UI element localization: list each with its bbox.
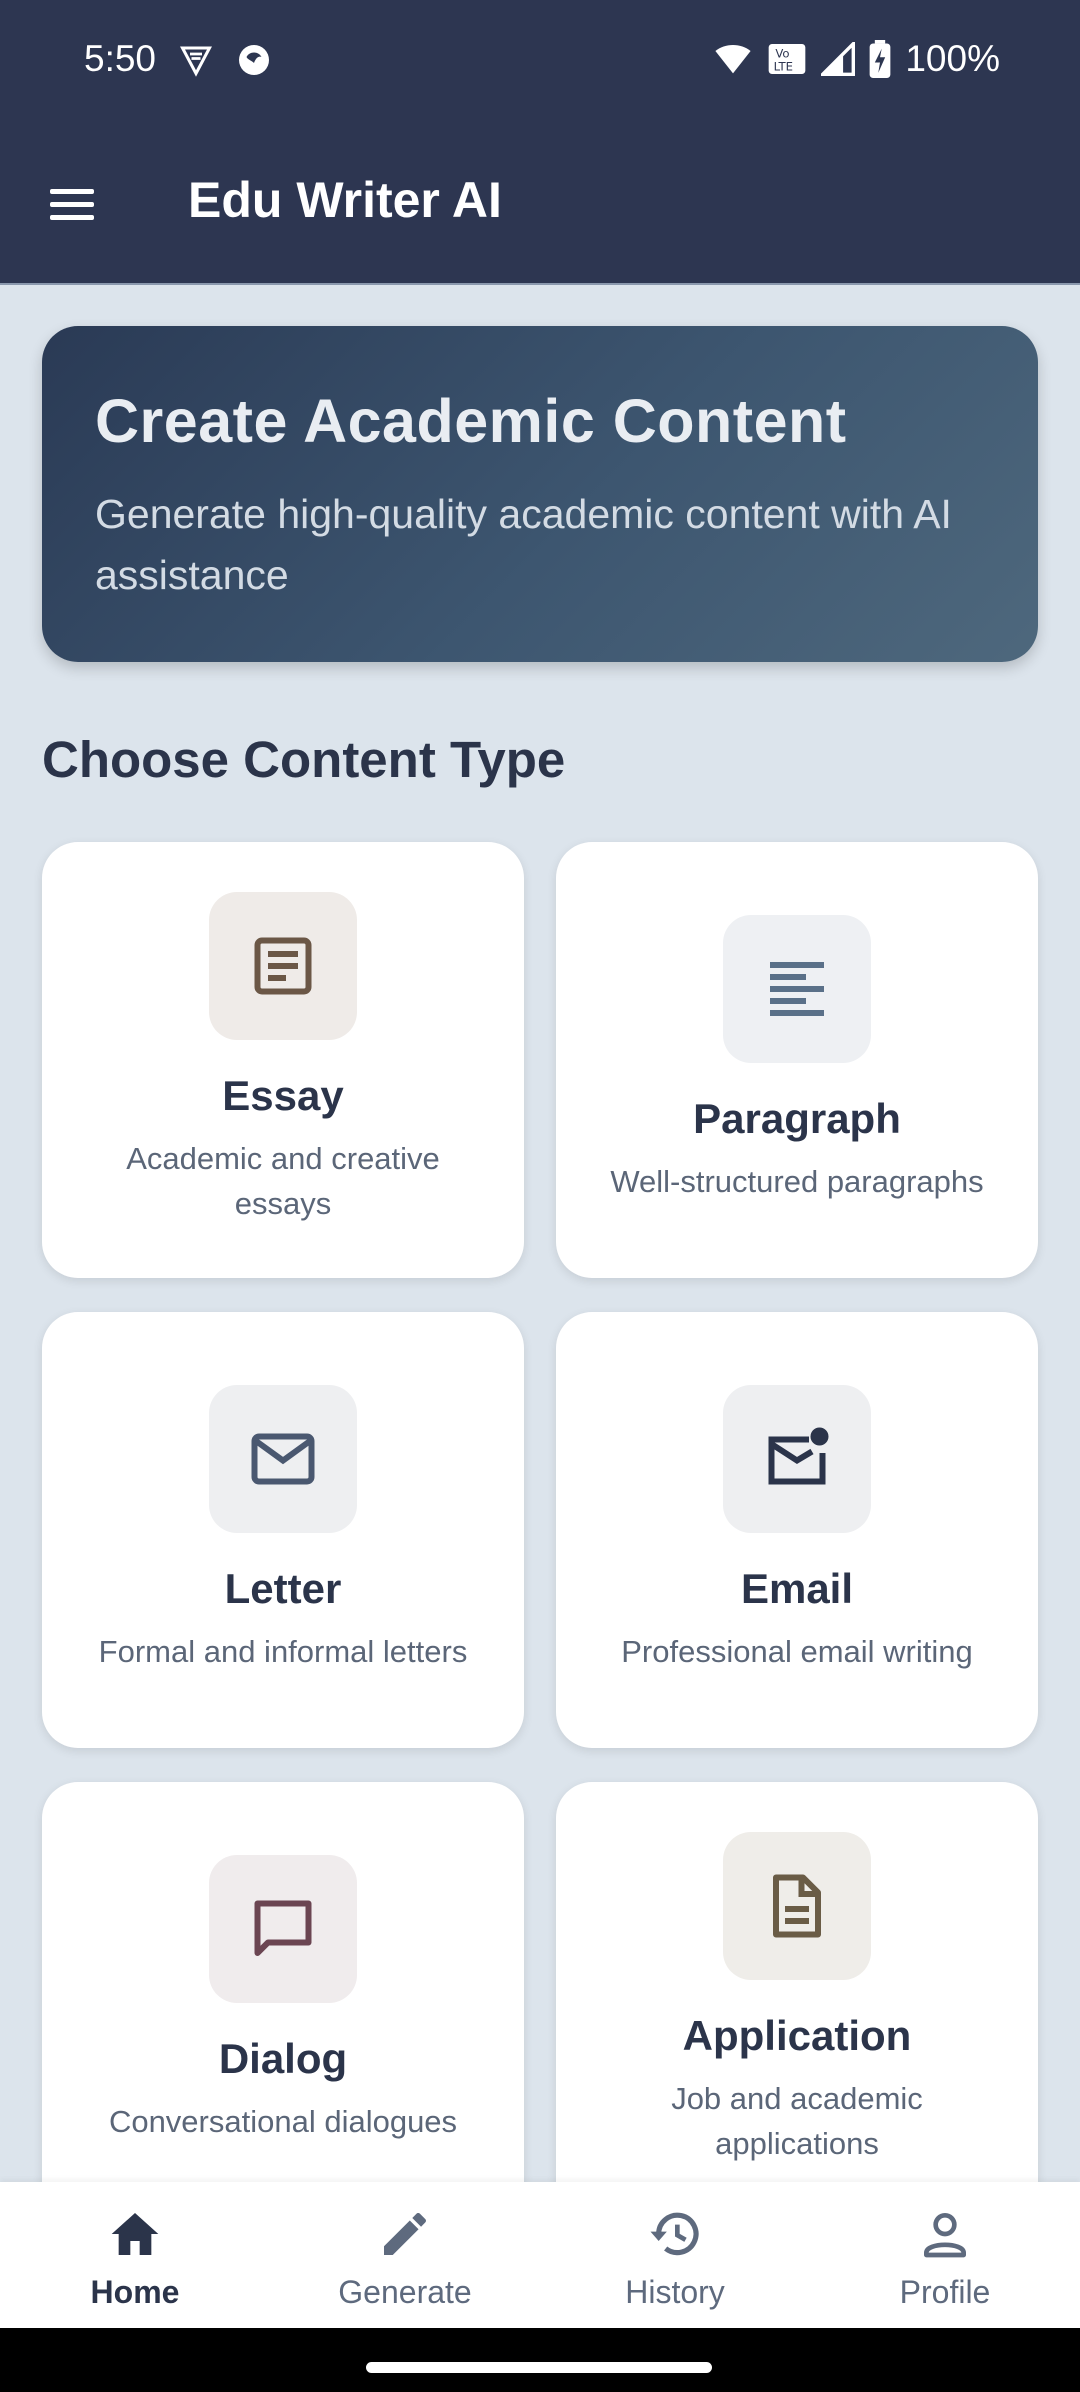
- card-title: Application: [682, 2012, 912, 2059]
- battery-charging-icon: [869, 40, 891, 78]
- card-paragraph[interactable]: Paragraph Well-structured paragraphs: [556, 842, 1038, 1278]
- nav-label: Profile: [899, 2274, 991, 2310]
- card-title: Email: [740, 1565, 854, 1612]
- status-right-group: Vo LTE 100%: [713, 38, 1000, 80]
- vpn-shield-icon: [180, 46, 212, 77]
- card-icon-box: [723, 915, 871, 1063]
- nav-label: History: [625, 2274, 725, 2310]
- nav-home[interactable]: Home: [0, 2182, 270, 2328]
- hero-title: Create Academic Content: [95, 387, 847, 455]
- status-time: 5:50: [84, 38, 157, 79]
- card-application[interactable]: Application Job and academic application…: [556, 1782, 1038, 2218]
- card-dialog[interactable]: Dialog Conversational dialogues: [42, 1782, 524, 2218]
- hero-banner: Create Academic Content Generate high-qu…: [42, 326, 1038, 662]
- pencil-icon: [384, 2212, 427, 2255]
- bottom-navigation: Home Generate History Profile: [0, 2182, 1080, 2328]
- nav-profile[interactable]: Profile: [810, 2182, 1080, 2328]
- svg-text:Vo: Vo: [776, 46, 790, 60]
- home-gesture-bar[interactable]: [366, 2362, 712, 2373]
- card-description: Professional email writing: [621, 1634, 973, 1669]
- card-icon-box: [209, 1385, 357, 1533]
- home-icon: [111, 2213, 159, 2255]
- person-icon: [924, 2213, 966, 2258]
- card-essay[interactable]: Essay Academic and creative essays: [42, 842, 524, 1278]
- hamburger-menu-icon[interactable]: [42, 177, 102, 231]
- volte-icon: Vo LTE: [769, 44, 806, 74]
- system-gesture-area: [0, 2328, 1080, 2392]
- card-letter[interactable]: Letter Formal and informal letters: [42, 1312, 524, 1748]
- text-lines-icon: [770, 962, 824, 1016]
- app-title: Edu Writer AI: [188, 172, 502, 228]
- card-description: Academic and creative essays: [126, 1141, 440, 1221]
- status-bar: 5:50 Vo LTE 100%: [0, 0, 1080, 125]
- section-title: Choose Content Type: [42, 731, 566, 788]
- card-description: Formal and informal letters: [98, 1634, 468, 1669]
- card-description: Conversational dialogues: [108, 2104, 458, 2139]
- card-icon-box: [723, 1832, 871, 1980]
- card-email[interactable]: Email Professional email writing: [556, 1312, 1038, 1748]
- mail-icon: [251, 1433, 315, 1485]
- app-bar: Edu Writer AI: [0, 125, 1080, 285]
- battery-percentage: 100%: [905, 38, 1000, 79]
- nav-history[interactable]: History: [540, 2182, 810, 2328]
- wifi-icon: [715, 45, 751, 74]
- document-icon: [773, 1874, 821, 1938]
- card-icon-box: [209, 892, 357, 1040]
- card-title: Essay: [222, 1072, 344, 1119]
- card-title: Dialog: [218, 2035, 348, 2082]
- card-description: Well-structured paragraphs: [610, 1164, 984, 1199]
- card-description: Job and academic applications: [671, 2081, 923, 2161]
- chat-bubble-icon: [254, 1900, 312, 1956]
- card-icon-box: [209, 1855, 357, 2003]
- card-title: Paragraph: [693, 1095, 901, 1142]
- card-icon-box: [723, 1385, 871, 1533]
- card-title: Letter: [224, 1565, 342, 1612]
- mail-unread-icon: [768, 1427, 829, 1485]
- signal-icon: [821, 42, 856, 76]
- nav-generate[interactable]: Generate: [270, 2182, 540, 2328]
- app-notification-icon: [239, 45, 269, 75]
- history-icon: [650, 2212, 699, 2256]
- nav-label: Generate: [338, 2274, 472, 2310]
- svg-text:LTE: LTE: [774, 60, 793, 74]
- nav-label: Home: [90, 2274, 180, 2310]
- hero-subtitle: Generate high-quality academic content w…: [95, 491, 952, 598]
- article-icon: [254, 937, 312, 995]
